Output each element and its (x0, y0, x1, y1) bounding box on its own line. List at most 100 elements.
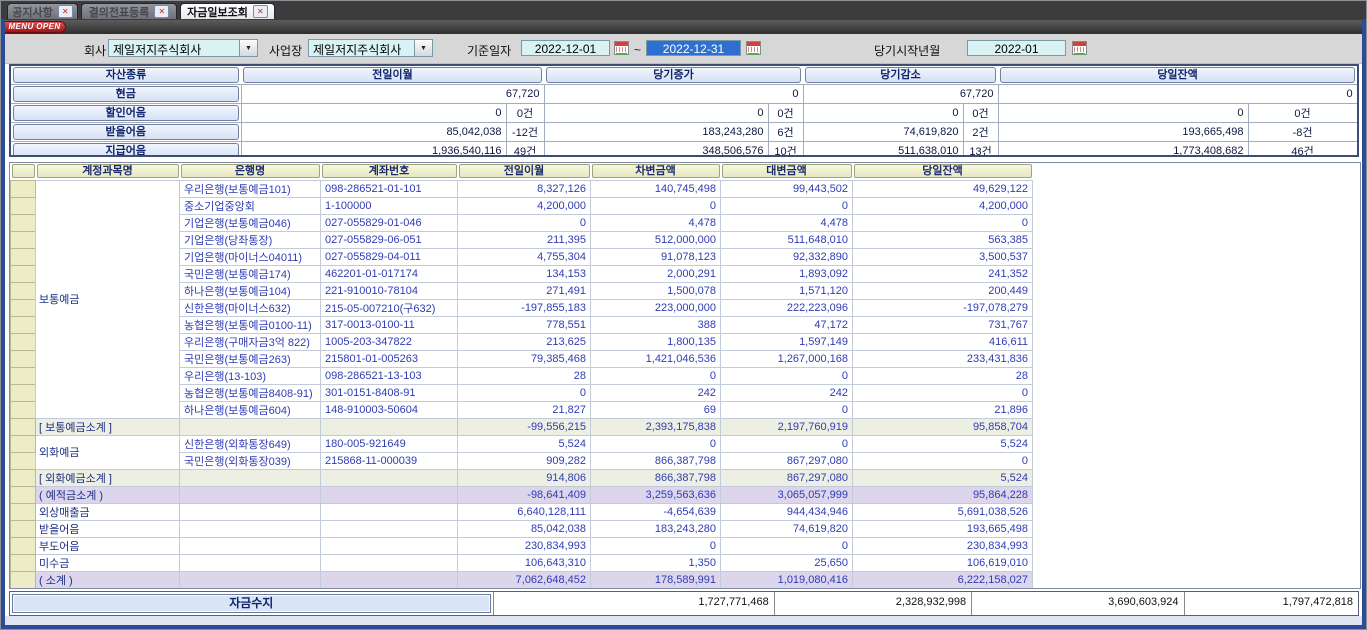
row-selector-cell[interactable] (11, 554, 36, 571)
account-number-cell (321, 520, 458, 537)
bank-name-cell (180, 418, 321, 435)
row-selector-cell[interactable] (11, 350, 36, 367)
row-selector-cell[interactable] (11, 180, 36, 197)
fund-balance-value-cell: 1,727,771,468 (493, 592, 774, 615)
row-selector-cell[interactable] (11, 333, 36, 350)
row-selector-cell[interactable] (11, 282, 36, 299)
date-to-input[interactable]: 2022-12-31 (646, 40, 741, 56)
row-selector-cell[interactable] (11, 588, 36, 589)
credit-amount-cell: 1,571,120 (721, 282, 853, 299)
bank-name-cell (180, 554, 321, 571)
tab-close-icon[interactable]: ✕ (154, 5, 169, 18)
today-balance-cell: 95,864,228 (853, 486, 1033, 503)
calendar-icon[interactable] (1072, 41, 1087, 55)
row-selector-cell[interactable] (11, 571, 36, 588)
row-selector-cell[interactable] (11, 452, 36, 469)
row-selector-cell[interactable] (11, 520, 36, 537)
amount-cell: 0 (241, 104, 506, 123)
row-selector-cell[interactable] (11, 367, 36, 384)
asset-summary-row: 할인어음00건00건00건00건 (11, 104, 1357, 123)
row-selector-cell[interactable] (11, 265, 36, 282)
account-number-cell: 027-055829-04-011 (321, 248, 458, 265)
prev-balance-cell: 79,385,468 (458, 350, 591, 367)
bank-name-cell: 기업은행(보통예금046) (180, 214, 321, 231)
row-selector-cell[interactable] (11, 469, 36, 486)
tab-close-icon[interactable]: ✕ (253, 5, 268, 18)
row-selector-cell[interactable] (11, 384, 36, 401)
prev-balance-cell: 7,062,648,452 (458, 571, 591, 588)
account-number-cell (321, 418, 458, 435)
today-balance-cell: 4,200,000 (853, 197, 1033, 214)
debit-amount-cell: 0 (591, 435, 721, 452)
amount-cell: 0 (998, 104, 1248, 123)
date-separator: ~ (634, 43, 641, 57)
chevron-down-icon[interactable]: ▼ (239, 40, 257, 56)
table-row: ( 소계 ) 7,062,648,452178,589,9911,019,080… (11, 571, 1033, 588)
count-cell: 0건 (963, 104, 998, 123)
period-start-input[interactable]: 2022-01 (967, 40, 1066, 56)
account-detail-header-cell: 계좌번호 (321, 163, 458, 180)
count-cell: -8건 (1248, 123, 1357, 142)
date-from-input[interactable]: 2022-12-01 (521, 40, 610, 56)
amount-cell: 0 (803, 104, 963, 123)
credit-amount-cell: 0 (721, 435, 853, 452)
count-cell: 6건 (768, 123, 803, 142)
prev-balance-cell: 213,625 (458, 333, 591, 350)
chevron-down-icon[interactable]: ▼ (414, 40, 432, 56)
row-selector-cell[interactable] (11, 503, 36, 520)
tab-close-icon[interactable]: ✕ (58, 5, 73, 18)
debit-amount-cell: 0 (591, 197, 721, 214)
row-selector-cell[interactable] (11, 299, 36, 316)
asset-summary-header-cell: 당일잔액 (998, 66, 1357, 85)
credit-amount-cell: 0 (721, 537, 853, 554)
table-row: ( 예적금소계 ) -98,641,4093,259,563,6363,065,… (11, 486, 1033, 503)
prev-balance-cell: -98,641,409 (458, 486, 591, 503)
tab-3[interactable]: 자금일보조회✕ (180, 3, 275, 19)
row-selector-cell[interactable] (11, 197, 36, 214)
company-select-value: 제일저지주식회사 (109, 40, 239, 56)
row-selector-cell[interactable] (11, 435, 36, 452)
row-selector-cell[interactable] (11, 248, 36, 265)
credit-amount-cell: 867,297,080 (721, 469, 853, 486)
bank-name-cell: 우리은행(구매자금3억 822) (180, 333, 321, 350)
calendar-icon[interactable] (614, 41, 629, 55)
tab-1[interactable]: 공지사항 ✕ (7, 3, 78, 19)
credit-amount-cell: 511,648,010 (721, 231, 853, 248)
table-row: 부도어음 230,834,99300230,834,993 (11, 537, 1033, 554)
prev-balance-cell: 909,282 (458, 452, 591, 469)
debit-amount-cell: 178,589,991 (591, 571, 721, 588)
fund-balance-value-cell: 2,328,932,998 (774, 592, 971, 615)
company-select[interactable]: 제일저지주식회사 ▼ (108, 39, 258, 57)
tab-label: 공지사항 (12, 4, 52, 20)
account-group-cell: 보통예금 (36, 180, 180, 418)
row-selector-cell[interactable] (11, 401, 36, 418)
bank-name-cell: 국민은행(보통예금174) (180, 265, 321, 282)
account-detail-table: 계정과목명은행명계좌번호전일이월차변금액대변금액당일잔액 보통예금우리은행(보통… (10, 163, 1033, 589)
menu-open-button[interactable]: MENU OPEN (3, 21, 66, 33)
asset-row-label-cell: 현금 (11, 85, 241, 104)
row-selector-cell[interactable] (11, 316, 36, 333)
asset-summary-row: 받을어음85,042,038-12건183,243,2806건74,619,82… (11, 123, 1357, 142)
table-row: 외상매입금 2,814,212,788485,255,35002,328,957… (11, 588, 1033, 589)
row-selector-cell[interactable] (11, 231, 36, 248)
count-cell: 0건 (1248, 104, 1357, 123)
asset-summary-body: 현금67,720067,7200할인어음00건00건00건00건받을어음85,0… (11, 85, 1357, 158)
debit-amount-cell: 866,387,798 (591, 469, 721, 486)
site-select[interactable]: 제일저지주식회사 ▼ (308, 39, 433, 57)
tab-2[interactable]: 결의전표등록✕ (81, 3, 177, 19)
prev-balance-cell: 778,551 (458, 316, 591, 333)
today-balance-cell: 106,619,010 (853, 554, 1033, 571)
asset-row-label-cell: 지급어음 (11, 142, 241, 158)
prev-balance-cell: 230,834,993 (458, 537, 591, 554)
asset-summary-section: 자산종류전일이월당기증가당기감소당일잔액 현금67,720067,7200할인어… (9, 64, 1359, 157)
calendar-icon[interactable] (746, 41, 761, 55)
asset-summary-header-cell: 당기증가 (544, 66, 803, 85)
asset-summary-header-row: 자산종류전일이월당기증가당기감소당일잔액 (11, 66, 1357, 85)
row-selector-cell[interactable] (11, 537, 36, 554)
row-selector-cell[interactable] (11, 486, 36, 503)
account-detail-header: 계정과목명은행명계좌번호전일이월차변금액대변금액당일잔액 (11, 163, 1033, 180)
bank-name-cell (180, 571, 321, 588)
account-name-cell: [ 보통예금소계 ] (36, 418, 180, 435)
row-selector-cell[interactable] (11, 418, 36, 435)
row-selector-cell[interactable] (11, 214, 36, 231)
